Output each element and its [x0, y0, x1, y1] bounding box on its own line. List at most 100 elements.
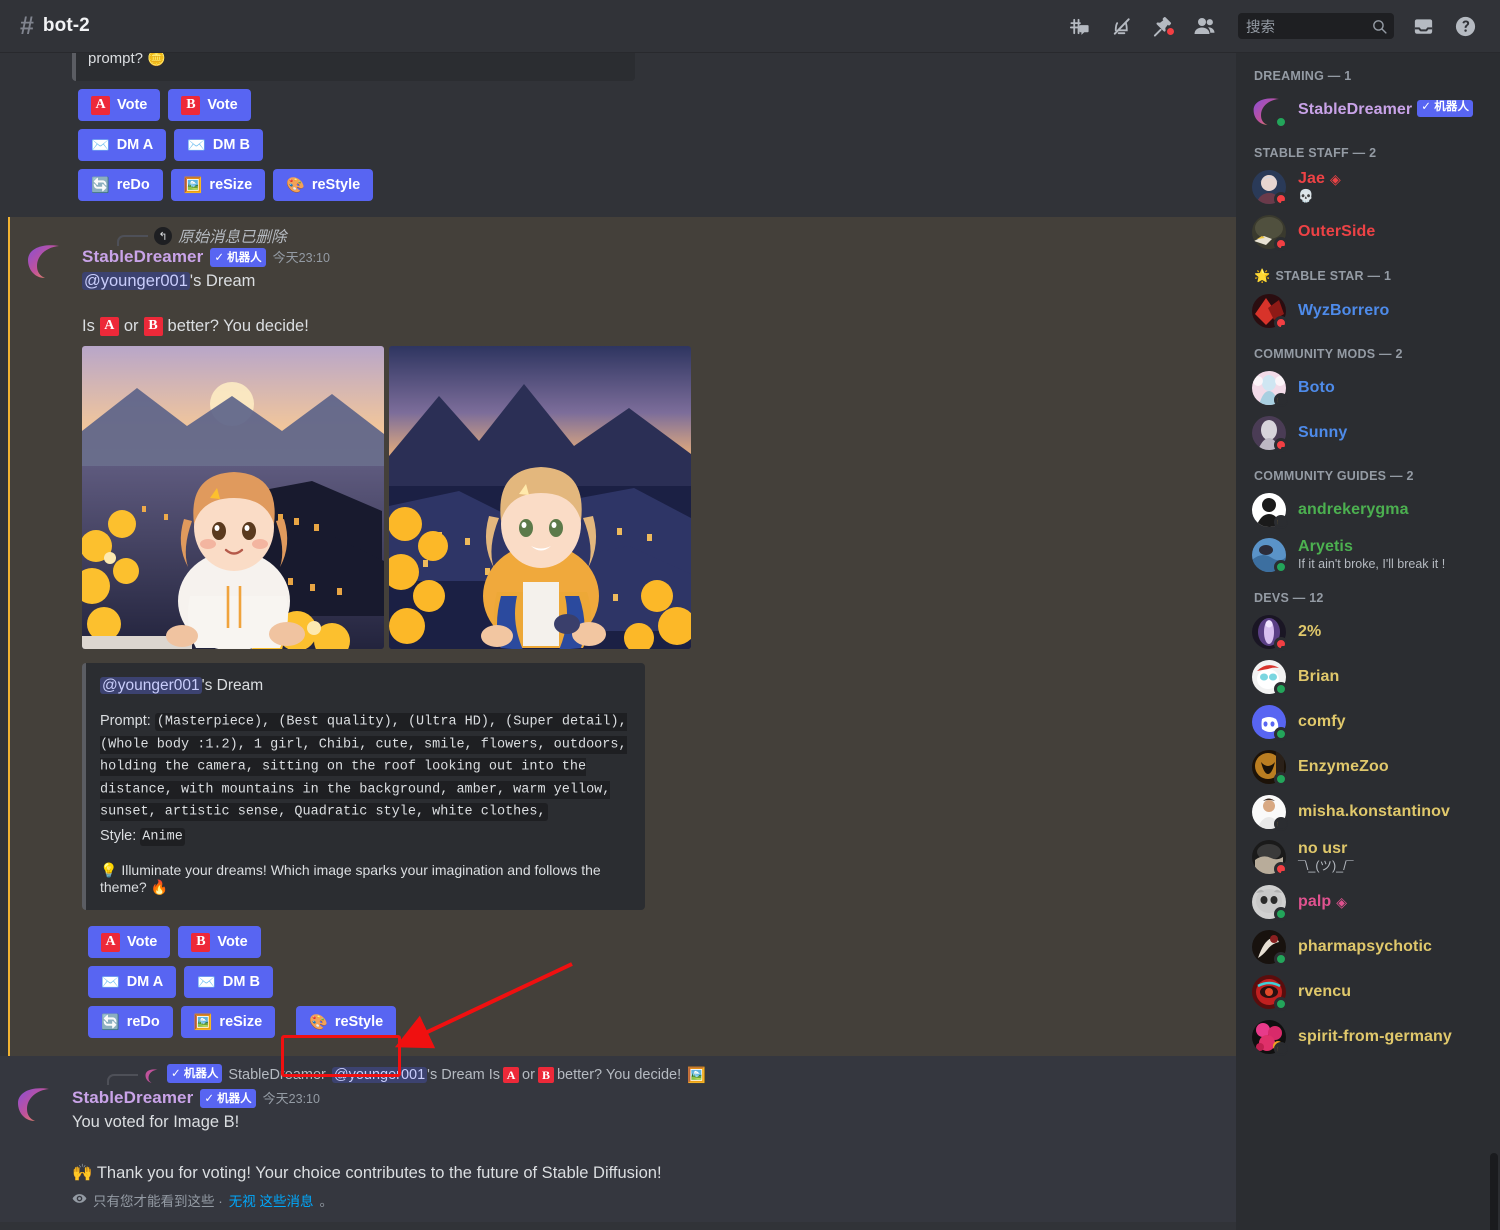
member-list-scrollbar[interactable]	[1490, 1153, 1498, 1230]
generated-image-a[interactable]	[82, 345, 384, 649]
member-name-text: Sunny	[1298, 423, 1348, 441]
user-mention[interactable]: @younger001	[100, 676, 202, 694]
member-list-item[interactable]: OuterSide	[1244, 210, 1492, 254]
vote-b-button[interactable]: B Vote	[168, 89, 251, 121]
member-list-item[interactable]: 2%	[1244, 610, 1492, 654]
member-list-item[interactable]: pharmapsychotic	[1244, 925, 1492, 969]
badge-b-icon: B	[537, 1067, 554, 1084]
avatar[interactable]	[1252, 930, 1288, 966]
member-list-item[interactable]: palp ◈	[1244, 880, 1492, 924]
badge-b-icon: B	[181, 95, 201, 115]
vote-a-label: Vote	[127, 934, 158, 951]
dm-b-button[interactable]: ✉️ DM B	[184, 966, 273, 999]
vote-a-button[interactable]: A Vote	[88, 926, 171, 959]
vote-a-button[interactable]: A Vote	[78, 89, 161, 121]
member-list-item[interactable]: rvencu	[1244, 970, 1492, 1014]
member-list-item[interactable]: Aryetis If it ain't broke, I'll break it …	[1244, 533, 1492, 577]
redo-label: reDo	[126, 1014, 160, 1031]
avatar[interactable]	[1252, 750, 1288, 786]
member-list-item[interactable]: EnzymeZoo	[1244, 745, 1492, 789]
pinned-messages-icon[interactable]	[1142, 7, 1184, 45]
member-custom-status: ¯\_(ツ)_/¯	[1298, 859, 1354, 874]
avatar[interactable]	[1252, 538, 1288, 574]
prompt-value: (Masterpiece), (Best quality), (Ultra HD…	[100, 713, 627, 822]
author-line: StableDreamer ✓ 机器人 今天23:10	[82, 247, 1220, 268]
search-icon	[1371, 18, 1388, 35]
message-author[interactable]: StableDreamer	[72, 1088, 193, 1108]
dismiss-messages-link[interactable]: 无视 这些消息	[229, 1190, 314, 1210]
member-list-item[interactable]: misha.konstantinov	[1244, 790, 1492, 834]
member-text: Sunny	[1298, 424, 1347, 442]
dm-b-label: DM B	[212, 137, 250, 153]
avatar[interactable]	[1252, 170, 1288, 206]
restyle-button[interactable]: 🎨 reStyle	[273, 169, 374, 201]
avatar[interactable]	[1252, 660, 1288, 696]
redo-button[interactable]: 🔄 reDo	[88, 1006, 173, 1039]
message-author[interactable]: StableDreamer	[82, 247, 203, 267]
member-list-item[interactable]: spirit-from-germany	[1244, 1015, 1492, 1059]
avatar[interactable]	[1252, 975, 1288, 1011]
picture-icon: 🖼️	[193, 1013, 213, 1031]
member-name-text: spirit-from-germany	[1298, 1027, 1452, 1045]
avatar[interactable]	[1252, 215, 1288, 251]
dm-a-button[interactable]: ✉️ DM A	[78, 129, 167, 161]
avatar[interactable]	[1252, 615, 1288, 651]
message-list[interactable]: prompt? 🪙 A Vote B Vote ✉️ DM A ✉️ DM B …	[0, 53, 1236, 1230]
member-list-item[interactable]: no usr ¯\_(ツ)_/¯	[1244, 835, 1492, 879]
member-group-header: 🌟 STABLE STAR — 1	[1236, 268, 1500, 288]
reply-text-3: better? You decide!	[556, 1067, 682, 1084]
eye-icon	[72, 1191, 87, 1209]
generated-image-b[interactable]	[389, 345, 691, 649]
avatar[interactable]	[1252, 416, 1288, 452]
redo-button[interactable]: 🔄 reDo	[78, 169, 163, 201]
avatar[interactable]	[16, 1082, 58, 1124]
notification-off-icon[interactable]	[1100, 7, 1142, 45]
user-mention[interactable]: @younger001	[82, 272, 190, 290]
avatar[interactable]	[1252, 885, 1288, 921]
avatar[interactable]	[1252, 1020, 1288, 1056]
avatar[interactable]	[1252, 795, 1288, 831]
resize-button[interactable]: 🖼️ reSize	[170, 169, 266, 201]
help-icon[interactable]	[1444, 7, 1486, 45]
member-list-item[interactable]: andrekerygma	[1244, 488, 1492, 532]
avatar[interactable]	[1252, 371, 1288, 407]
resize-button[interactable]: 🖼️ reSize	[180, 1006, 276, 1039]
member-text: palp ◈	[1298, 893, 1347, 911]
reply-arrow-icon: ↰	[154, 227, 172, 245]
search-input[interactable]: 搜索	[1238, 13, 1394, 39]
avatar[interactable]	[26, 239, 68, 281]
member-list-item[interactable]: Brian	[1244, 655, 1492, 699]
vote-b-button[interactable]: B Vote	[178, 926, 261, 959]
member-text: misha.konstantinov	[1298, 803, 1450, 821]
member-list[interactable]: DREAMING — 1 StableDreamer ✓ 机器人 STABLE STA…	[1236, 53, 1500, 1230]
envelope-icon: ✉️	[101, 973, 120, 991]
status-badge-online	[1274, 772, 1288, 786]
envelope-icon: ✉️	[197, 973, 216, 991]
reply-reference[interactable]: ↰ 原始消息已删除	[117, 225, 1220, 247]
avatar[interactable]	[1252, 705, 1288, 741]
dm-b-button[interactable]: ✉️ DM B	[174, 129, 263, 161]
member-name-text: rvencu	[1298, 982, 1352, 1000]
restyle-button[interactable]: 🎨 reStyle	[296, 1006, 397, 1039]
member-list-item[interactable]: Boto	[1244, 366, 1492, 410]
member-list-icon[interactable]	[1184, 7, 1226, 45]
vote-prompt-mid: or	[123, 316, 139, 335]
bot-badge: ✓ 机器人	[167, 1064, 223, 1084]
avatar[interactable]	[1252, 93, 1288, 129]
avatar[interactable]	[1252, 840, 1288, 876]
app-body: prompt? 🪙 A Vote B Vote ✉️ DM A ✉️ DM B …	[0, 53, 1500, 1230]
dm-a-button[interactable]: ✉️ DM A	[88, 966, 177, 999]
avatar[interactable]	[1252, 493, 1288, 529]
member-list-item[interactable]: Jae ◈ 💀	[1244, 165, 1492, 209]
avatar[interactable]	[1252, 294, 1288, 330]
member-list-item[interactable]: Sunny	[1244, 411, 1492, 455]
member-name-text: andrekerygma	[1298, 500, 1409, 518]
threads-icon[interactable]	[1058, 7, 1100, 45]
discord-window: # bot-2 搜索 prompt? 🪙 A Vote B Vote ✉️ DM…	[0, 0, 1500, 1230]
inbox-icon[interactable]	[1402, 7, 1444, 45]
messages-scroll-container[interactable]: prompt? 🪙 A Vote B Vote ✉️ DM A ✉️ DM B …	[0, 53, 1236, 1230]
idle-moon-icon	[1277, 1043, 1287, 1054]
member-list-item[interactable]: comfy	[1244, 700, 1492, 744]
member-list-item[interactable]: StableDreamer ✓ 机器人	[1244, 88, 1492, 132]
member-list-item[interactable]: WyzBorrero	[1244, 289, 1492, 333]
